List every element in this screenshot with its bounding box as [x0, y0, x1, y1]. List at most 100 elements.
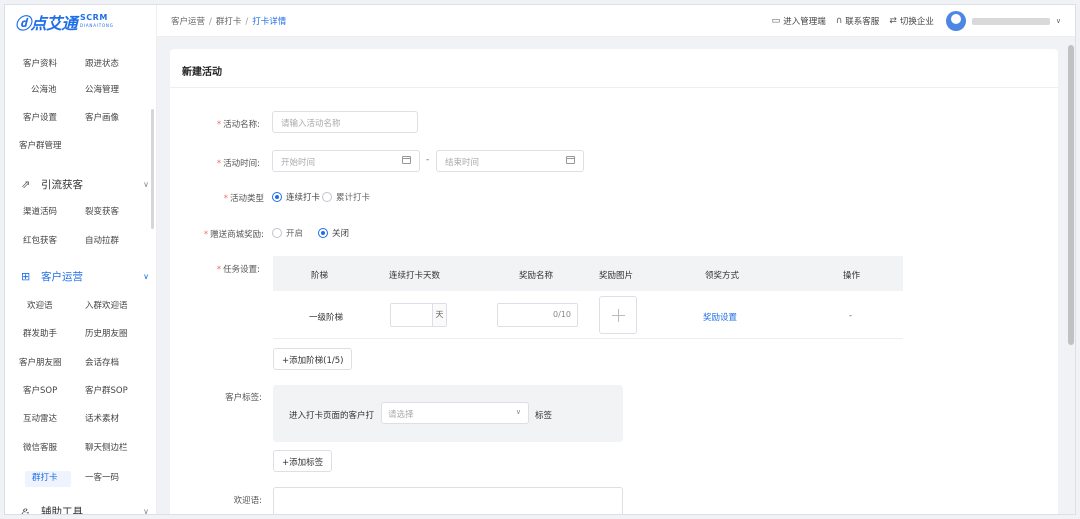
- add-tier-button[interactable]: +添加阶梯(1/5): [273, 348, 353, 370]
- support-link[interactable]: ∩ 联系客服: [836, 15, 880, 27]
- sidebar-item-chat-sidebar[interactable]: 聊天侧边栏: [85, 441, 155, 453]
- tag-suffix: 标签: [535, 411, 553, 421]
- welcome-label: 欢迎语:: [233, 496, 262, 506]
- sidebar-item-channel-code[interactable]: 渠道活码: [5, 205, 85, 217]
- username-redacted: [971, 17, 1050, 25]
- sidebar-item-mass-send[interactable]: 群发助手: [5, 327, 85, 339]
- activity-type-label: * 活动类型: [223, 194, 264, 204]
- col-days: 连续打卡天数: [389, 271, 441, 281]
- radio-continuous[interactable]: 连续打卡: [272, 191, 320, 203]
- sidebar-item-customer-sop[interactable]: 客户SOP: [5, 384, 85, 396]
- sidebar-row: 微信客服 聊天侧边栏: [5, 441, 155, 453]
- tag-select[interactable]: 请选择 ∨: [381, 402, 529, 424]
- sidebar-row: 群发助手 历史朋友圈: [5, 327, 155, 339]
- switch-company-link[interactable]: ⇄ 切换企业: [889, 15, 934, 27]
- image-upload-button[interactable]: [599, 296, 637, 334]
- chevron-down-icon: ∨: [143, 272, 149, 281]
- welcome-textarea[interactable]: [273, 487, 623, 514]
- calendar-icon: [402, 156, 411, 164]
- divider: [170, 87, 1058, 88]
- sidebar-item-welcome[interactable]: 欢迎语: [5, 299, 85, 311]
- days-unit: 天: [432, 304, 446, 326]
- sidebar-group-ops[interactable]: ⊞ 客户运营 ∨: [21, 269, 149, 284]
- sidebar-item-fission[interactable]: 裂变获客: [85, 205, 155, 217]
- col-reward-name: 奖励名称: [519, 271, 554, 281]
- sidebar-item-group-checkin[interactable]: 群打卡: [5, 471, 85, 483]
- avatar[interactable]: [945, 11, 966, 31]
- tag-rule-box: 进入打卡页面的客户打 请选择 ∨ 标签: [273, 385, 623, 442]
- sidebar-row: 红包获客 自动拉群: [5, 234, 155, 246]
- sidebar-item-group-manage[interactable]: 客户群管理: [5, 139, 95, 151]
- sidebar-item-customer-portrait[interactable]: 客户画像: [85, 111, 155, 123]
- sidebar-item-public-pool[interactable]: 公海池: [5, 83, 85, 95]
- sidebar-item-scripts[interactable]: 话术素材: [85, 412, 155, 424]
- sidebar-row: 公海池 公海管理: [5, 83, 155, 95]
- logo-sub2: DIANAITONG: [80, 23, 114, 28]
- sidebar-item-group-sop[interactable]: 客户群SOP: [85, 384, 155, 396]
- main-scrollbar[interactable]: [1068, 45, 1074, 345]
- sidebar-row: 客户朋友圈 会话存档: [5, 356, 155, 368]
- breadcrumb-current: 打卡详情: [252, 17, 287, 27]
- sidebar-item-chat-archive[interactable]: 会话存档: [85, 356, 155, 368]
- col-claim-method: 领奖方式: [705, 271, 740, 281]
- form-card: 新建活动 * 活动名称: 请输入活动名称 * 活动时间: 开始时间 - 结束时间 *…: [170, 49, 1058, 514]
- app-window: ⓓ点艾通 SCRM DIANAITONG 客户资料 跟进状态 公海池 公海管理 …: [4, 4, 1076, 515]
- chevron-down-icon: ∨: [143, 180, 149, 189]
- sidebar-item-redpacket[interactable]: 红包获客: [5, 234, 85, 246]
- sidebar-item-radar[interactable]: 互动雷达: [5, 412, 85, 424]
- admin-link[interactable]: ▭ 进入管理端: [772, 15, 826, 27]
- sidebar-item-auto-group[interactable]: 自动拉群: [85, 234, 155, 246]
- sidebar-item-pool-manage[interactable]: 公海管理: [85, 83, 155, 95]
- monitor-icon: ▭: [771, 16, 781, 26]
- logo: ⓓ点艾通 SCRM DIANAITONG: [15, 11, 114, 34]
- sidebar-item-join-welcome[interactable]: 入群欢迎语: [85, 299, 155, 311]
- sidebar-group-lead[interactable]: ⇗ 引流获客 ∨: [21, 177, 149, 192]
- sidebar-row: 群打卡 一客一码: [5, 471, 155, 483]
- sidebar-item-wechat-service[interactable]: 微信客服: [5, 441, 85, 453]
- sidebar-item-follow-status[interactable]: 跟进状态: [85, 57, 155, 69]
- task-table-header: 阶梯 连续打卡天数 奖励名称 奖励图片 领奖方式 操作: [273, 256, 903, 291]
- col-tier: 阶梯: [311, 271, 329, 281]
- tier-cell: 一级阶梯: [309, 313, 344, 323]
- customer-tag-label: 客户标签:: [225, 393, 262, 403]
- sidebar-item-customer-moments[interactable]: 客户朋友圈: [5, 356, 85, 368]
- sidebar-row: 客户资料 跟进状态: [5, 57, 155, 69]
- table-row: 一级阶梯 天 0/10 奖励设置 -: [273, 291, 903, 339]
- radio-cumulative[interactable]: 累计打卡: [322, 191, 370, 203]
- sidebar-group-tools[interactable]: ዶ 辅助工具 ∨: [21, 504, 149, 515]
- sidebar-item-customer-settings[interactable]: 客户设置: [5, 111, 85, 123]
- chevron-down-icon: ∨: [515, 408, 521, 416]
- sidebar-scrollbar[interactable]: [151, 109, 154, 229]
- switch-icon: ⇄: [889, 16, 897, 26]
- page-title: 新建活动: [182, 67, 222, 78]
- sidebar-item-one-code[interactable]: 一客一码: [85, 471, 155, 483]
- breadcrumb-item[interactable]: 群打卡: [216, 17, 242, 27]
- radio-reward-off[interactable]: 关闭: [318, 227, 349, 239]
- start-date-input[interactable]: 开始时间: [272, 150, 420, 172]
- activity-name-input[interactable]: 请输入活动名称: [272, 111, 418, 133]
- topbar-actions: ▭ 进入管理端 ∩ 联系客服 ⇄ 切换企业 ∨: [762, 11, 1061, 31]
- reward-label: * 赠送商城奖励:: [203, 230, 264, 240]
- sidebar-row: 客户SOP 客户群SOP: [5, 384, 155, 396]
- reward-settings-link[interactable]: 奖励设置: [703, 311, 737, 323]
- sidebar-row: 客户设置 客户画像: [5, 111, 155, 123]
- sidebar: ⓓ点艾通 SCRM DIANAITONG 客户资料 跟进状态 公海池 公海管理 …: [5, 5, 157, 515]
- radio-reward-on[interactable]: 开启: [272, 227, 303, 239]
- sidebar-row: 渠道活码 裂变获客: [5, 205, 155, 217]
- reward-name-input[interactable]: 0/10: [497, 303, 578, 327]
- sidebar-row: 客户群管理: [5, 139, 155, 151]
- calendar-icon: [566, 156, 575, 164]
- add-tag-button[interactable]: +添加标签: [273, 450, 333, 472]
- sidebar-row: 欢迎语 入群欢迎语: [5, 299, 155, 311]
- days-input[interactable]: 天: [390, 303, 447, 327]
- chevron-down-icon[interactable]: ∨: [1056, 17, 1061, 25]
- drainage-icon: ⇗: [21, 178, 31, 191]
- sidebar-item-moments-history[interactable]: 历史朋友圈: [85, 327, 155, 339]
- breadcrumb: 客户运营 / 群打卡 / 打卡详情: [171, 17, 287, 27]
- task-settings-label: * 任务设置:: [216, 265, 260, 275]
- grid-icon: ⊞: [21, 270, 31, 283]
- sidebar-item-customer-profile[interactable]: 客户资料: [5, 57, 85, 69]
- tools-icon: ዶ: [21, 504, 30, 515]
- end-date-input[interactable]: 结束时间: [436, 150, 584, 172]
- breadcrumb-item[interactable]: 客户运营: [171, 17, 205, 27]
